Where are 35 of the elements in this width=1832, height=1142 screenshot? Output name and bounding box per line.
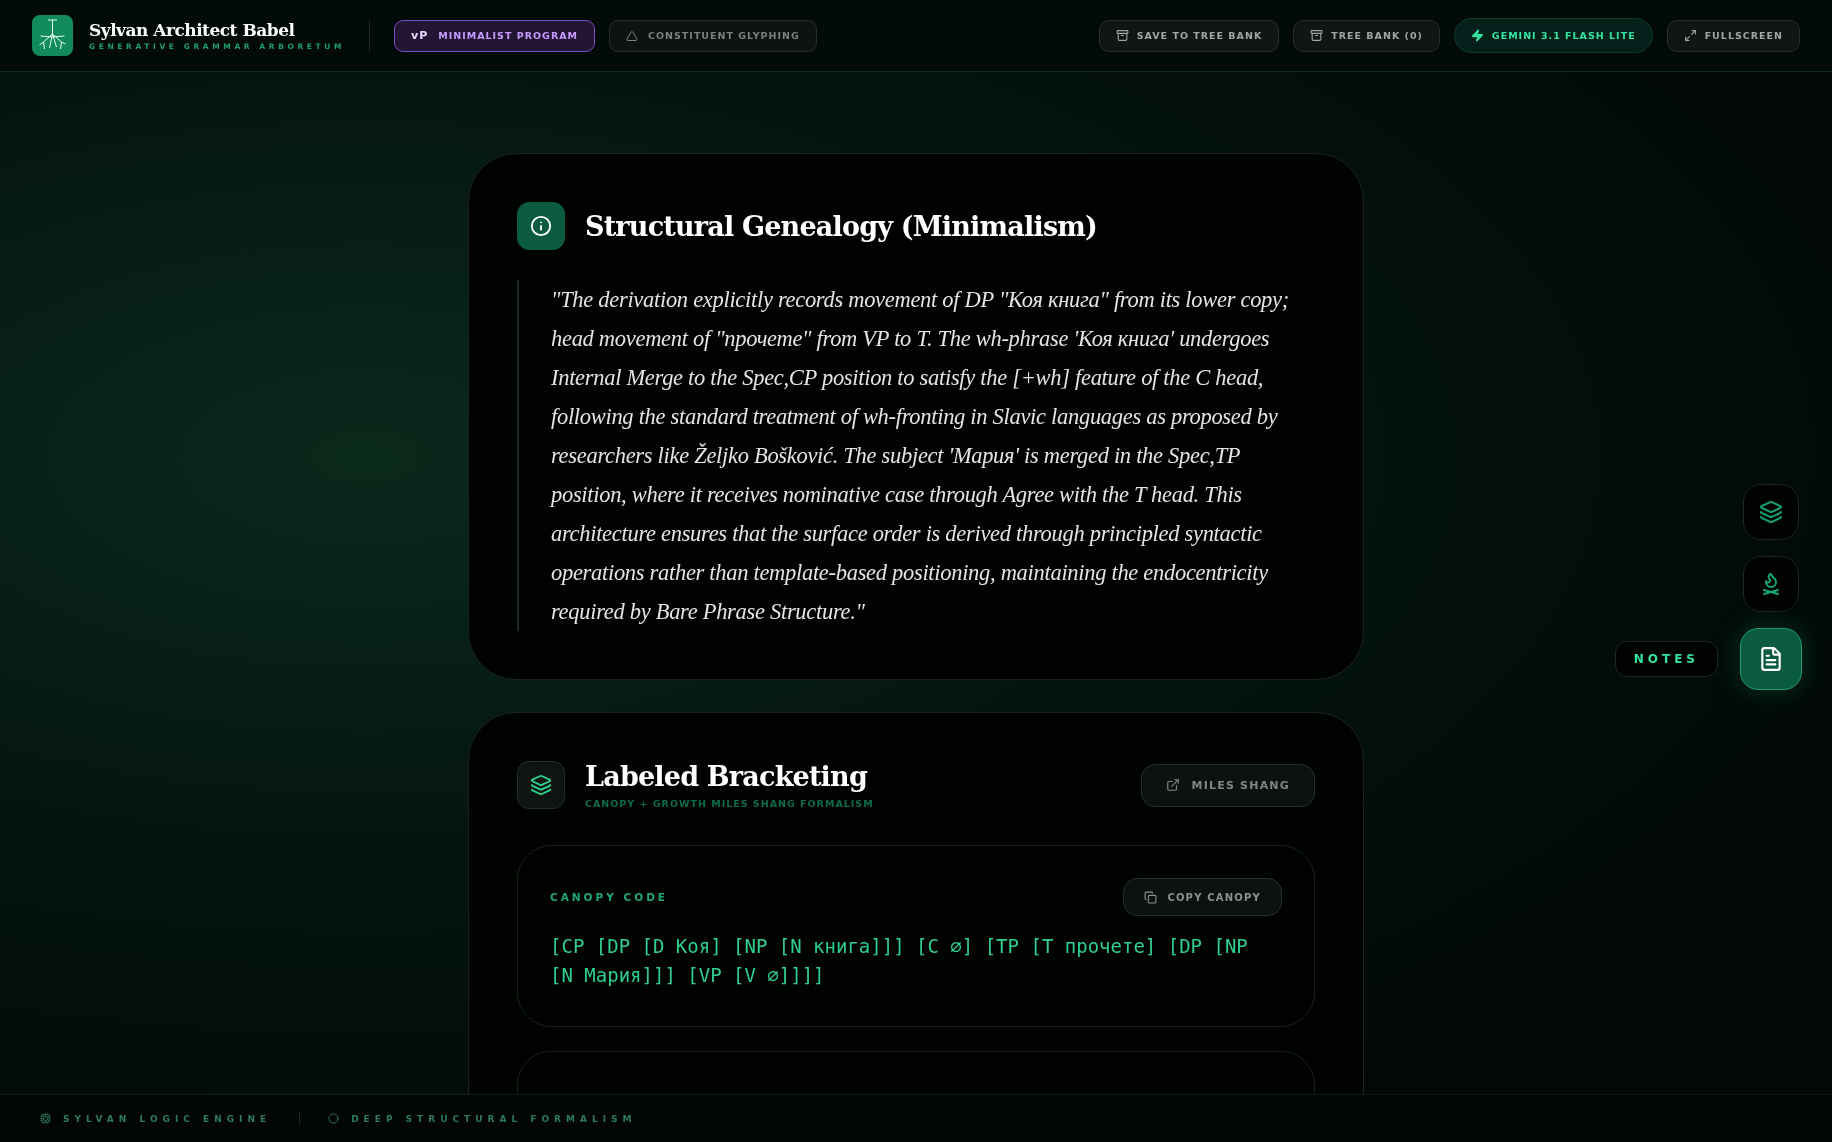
card-title: Labeled Bracketing: [585, 761, 869, 792]
archive-icon: [1115, 29, 1129, 42]
triangle-icon: [626, 29, 639, 42]
save-button[interactable]: SAVE TO TREE BANK: [1098, 19, 1280, 52]
info-icon: [517, 202, 565, 250]
archive-icon: [1310, 29, 1324, 42]
expand-icon: [1683, 29, 1697, 42]
code-label: CANOPY CODE: [550, 891, 669, 903]
code-text: [CP [DP [D Коя] [NP [N книга]]] [C ∅] [TP [T прочете] [DP [NP [N Мария]]] [VP [V ∅]]]]: [550, 934, 1249, 988]
lightning-icon: [1470, 29, 1484, 42]
external-link-icon: [1165, 778, 1180, 792]
app-title: Sylvan Architect Babel: [89, 20, 296, 40]
tree-roots-logo: [32, 15, 73, 56]
circle-icon: [328, 1113, 340, 1124]
tree-bank-button[interactable]: TREE BANK (0): [1293, 19, 1440, 52]
copy-icon: [1144, 890, 1158, 904]
dock-button[interactable]: [1740, 628, 1802, 690]
layers-icon: [517, 761, 565, 809]
dock-button[interactable]: [1743, 556, 1799, 612]
model-button[interactable]: GEMINI 3.1 FLASH LITE: [1453, 18, 1653, 53]
footer-label: DEEP STRUCTURAL FORMALISM: [328, 1113, 637, 1124]
layers-icon: [1759, 500, 1783, 524]
card-title: Structural Genealogy (Minimalism): [585, 210, 1098, 242]
chip-icon: [40, 1113, 51, 1124]
quote-text: "The derivation explicitly records movement of DP "Коя книга" from its lower copy; head movement of "прочете" from VP to T. The wh-phrase 'Коя книга' undergoes Internal Merge to the Spec,CP position to satisfy the [+wh] feature of the C head, following the standard treatment of wh-fronting in Slavic languages as proposed by researchers like Željko Bošković. The subject 'Мария' is merged in the Spec,TP position, where it receives nominative case through Agree with the T head. This architecture ensures that the surface order is derived through principled syntactic operations rather than template-based positioning, maintaining the endocentricity required by Bare Phrase Structure.": [517, 280, 1315, 631]
document-icon: [1758, 646, 1784, 672]
mode-tab[interactable]: vP MINIMALIST PROGRAM: [394, 19, 596, 52]
dock-button[interactable]: [1743, 484, 1799, 540]
card-subtitle: CANOPY + GROWTH MILES SHANG FORMALISM: [585, 798, 875, 809]
tooltip: NOTES: [1614, 641, 1718, 677]
footer-label: SYLVAN LOGIC ENGINE: [40, 1113, 272, 1124]
fullscreen-button[interactable]: FULLSCREEN: [1666, 19, 1800, 52]
copy-button[interactable]: COPY CANOPY: [1123, 878, 1282, 916]
mode-tab[interactable]: CONSTITUENT GLYPHING: [609, 19, 817, 52]
external-link-button[interactable]: MILES SHANG: [1140, 763, 1315, 807]
